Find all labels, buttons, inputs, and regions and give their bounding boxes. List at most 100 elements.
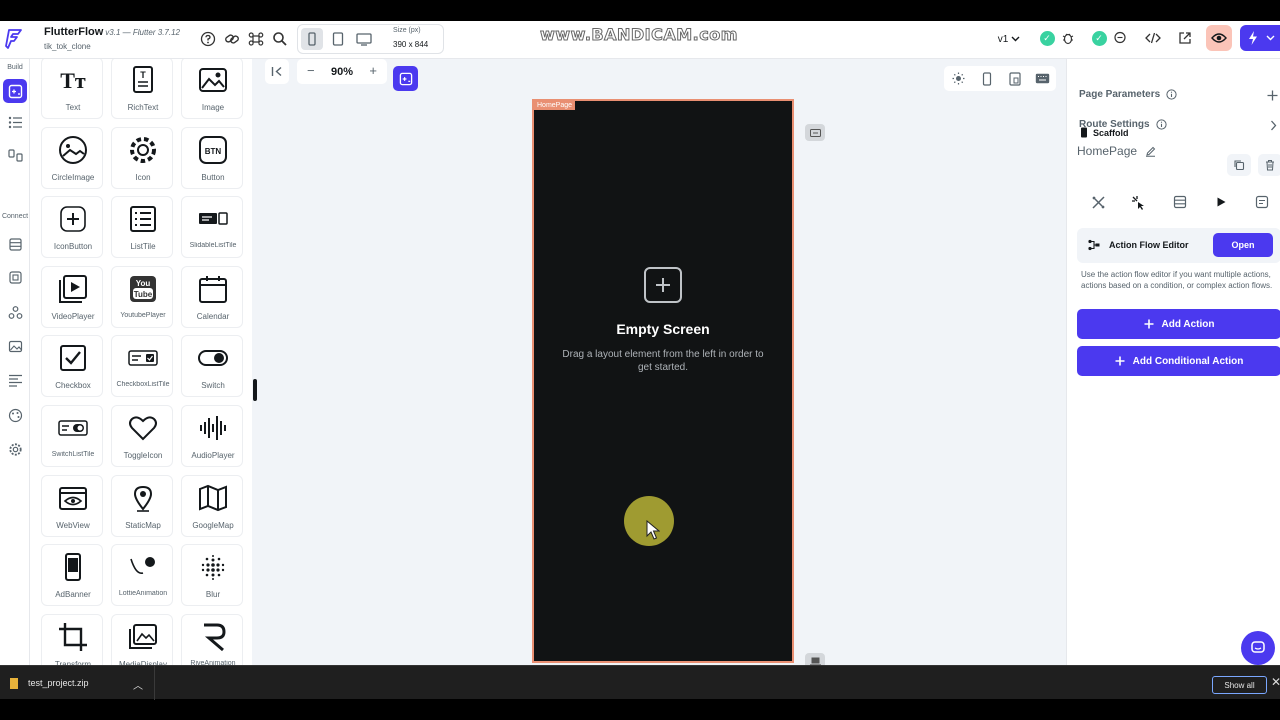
storyboard-button[interactable] (5, 145, 25, 165)
close-icon[interactable]: ✕ (1271, 675, 1280, 689)
add-conditional-action-button[interactable]: Add Conditional Action (1077, 346, 1280, 376)
tab-backend-query[interactable] (1171, 193, 1189, 211)
widget-tile-calendar[interactable]: Calendar (181, 265, 243, 328)
pencil-icon[interactable] (1145, 146, 1156, 157)
widget-tile-youtubeplayer[interactable]: You Tube YoutubePlayer (111, 265, 173, 328)
show-all-downloads-button[interactable]: Show all (1212, 676, 1267, 694)
widget-tile-lottieanimation[interactable]: LottieAnimation (111, 544, 173, 607)
widget-tile-label: AudioPlayer (191, 451, 235, 460)
comment-icon (1114, 31, 1126, 44)
branch-selector[interactable]: v1 (990, 28, 1028, 50)
help-icon[interactable] (200, 31, 216, 47)
chevron-up-icon[interactable]: ︿ (133, 677, 143, 692)
command-icon[interactable] (248, 31, 264, 47)
widget-tile-riveanimation[interactable]: RiveAnimation (181, 613, 243, 665)
size-value: 390 x 844 (393, 40, 429, 49)
collapse-panel-button[interactable] (265, 59, 289, 84)
widget-tile-circleimage[interactable]: CircleImage (41, 126, 103, 189)
widget-tile-videoplayer[interactable]: VideoPlayer (41, 265, 103, 328)
widget-tile-webview[interactable]: WebView (41, 474, 103, 537)
settings-button[interactable] (5, 439, 25, 459)
widget-tile-icon[interactable]: Icon (111, 126, 173, 189)
add-element-icon[interactable] (644, 267, 682, 303)
download-item[interactable]: test_project.zip ︿ (0, 666, 155, 700)
support-chat-button[interactable] (1241, 631, 1275, 665)
page-name[interactable]: HomePage (1077, 144, 1156, 158)
sun-icon (952, 72, 965, 85)
video-icon (57, 273, 89, 305)
open-external-button[interactable] (1176, 29, 1194, 47)
splitter-handle[interactable] (253, 379, 257, 401)
duplicate-page-button[interactable] (1227, 154, 1251, 176)
heart-icon (127, 412, 159, 444)
widget-tile-googlemap[interactable]: GoogleMap (181, 474, 243, 537)
tab-properties[interactable] (1089, 193, 1107, 211)
theme-button[interactable] (5, 370, 25, 390)
widget-tile-switch[interactable]: Switch (181, 335, 243, 398)
debug-button[interactable] (1059, 29, 1077, 47)
widget-tile-image[interactable]: Image (181, 59, 243, 119)
info-icon[interactable] (1155, 119, 1167, 130)
responsive-button[interactable] (1006, 70, 1023, 87)
add-action-button[interactable]: Add Action (1077, 309, 1280, 339)
widget-tile-listtile[interactable]: ListTile (111, 196, 173, 259)
code-view-button[interactable] (1144, 29, 1162, 47)
page-preview[interactable]: HomePage Empty Screen Drag a layout elem… (532, 99, 794, 663)
add-widget-button[interactable] (393, 66, 418, 91)
tab-animations[interactable] (1212, 193, 1230, 211)
button-icon: BTN (197, 134, 229, 166)
delete-page-button[interactable] (1258, 154, 1280, 176)
widget-tile-mediadisplay[interactable]: MediaDisplay (111, 613, 173, 665)
widget-tree-button[interactable] (5, 112, 25, 132)
search-icon[interactable] (272, 31, 288, 47)
widget-tile-checkbox[interactable]: Checkbox (41, 335, 103, 398)
palette-button[interactable] (5, 405, 25, 425)
info-icon[interactable] (1166, 89, 1177, 100)
comments-button[interactable] (1111, 29, 1129, 47)
project-name[interactable]: tik_tok_clone (44, 42, 91, 51)
sync-status-button[interactable]: ✓ (1038, 29, 1056, 47)
tools-icon (1091, 195, 1105, 209)
mobile-device-button[interactable] (301, 28, 323, 50)
tab-actions[interactable] (1130, 193, 1148, 211)
light-mode-button[interactable] (950, 70, 967, 87)
desktop-device-button[interactable] (353, 28, 375, 50)
panel-splitter[interactable] (252, 59, 260, 665)
widget-tile-switchlisttile[interactable]: SwitchListTile (41, 405, 103, 467)
widget-tile-iconbutton[interactable]: IconButton (41, 196, 103, 259)
widget-tile-button[interactable]: BTN Button (181, 126, 243, 189)
keyboard-button[interactable] (1034, 70, 1051, 87)
open-action-flow-button[interactable]: Open (1213, 233, 1273, 257)
run-button[interactable] (1240, 25, 1280, 51)
widget-tile-slidablelisttile[interactable]: SlidableListTile (181, 196, 243, 259)
database-button[interactable] (5, 234, 25, 254)
flutterflow-logo-icon[interactable] (5, 28, 25, 50)
device-frame-chip[interactable] (805, 653, 825, 665)
zoom-in-button[interactable]: + (369, 63, 377, 78)
device-frame-button[interactable] (978, 70, 995, 87)
page-parameters-row[interactable]: Page Parameters (1079, 89, 1177, 100)
widget-tile-adbanner[interactable]: AdBanner (41, 544, 103, 607)
custom-code-button[interactable] (5, 302, 25, 322)
widget-tile-blur[interactable]: Blur (181, 544, 243, 607)
widget-tile-toggleicon[interactable]: ToggleIcon (111, 405, 173, 467)
validation-button[interactable]: ✓ (1090, 29, 1108, 47)
add-parameter-icon[interactable] (1267, 90, 1278, 101)
tab-info[interactable] (1253, 193, 1271, 211)
widget-palette-button[interactable] (3, 79, 27, 103)
add-action-label: Add Action (1161, 318, 1215, 330)
preview-button[interactable] (1206, 25, 1232, 51)
widget-tile-staticmap[interactable]: StaticMap (111, 474, 173, 537)
app-state-button[interactable] (5, 267, 25, 287)
keyboard-toggle-chip[interactable] (805, 124, 825, 141)
widget-tile-richtext[interactable]: T RichText (111, 59, 173, 119)
widget-tile-text[interactable]: Tт Text (41, 59, 103, 119)
media-assets-button[interactable] (5, 336, 25, 356)
chevron-right-icon[interactable] (1270, 120, 1277, 131)
tablet-device-button[interactable] (327, 28, 349, 50)
link-icon[interactable] (224, 31, 240, 47)
widget-tile-audioplayer[interactable]: AudioPlayer (181, 405, 243, 467)
zoom-out-button[interactable]: − (307, 63, 315, 78)
widget-tile-transform[interactable]: Transform (41, 613, 103, 665)
widget-tile-checkboxlisttile[interactable]: CheckboxListTile (111, 335, 173, 398)
